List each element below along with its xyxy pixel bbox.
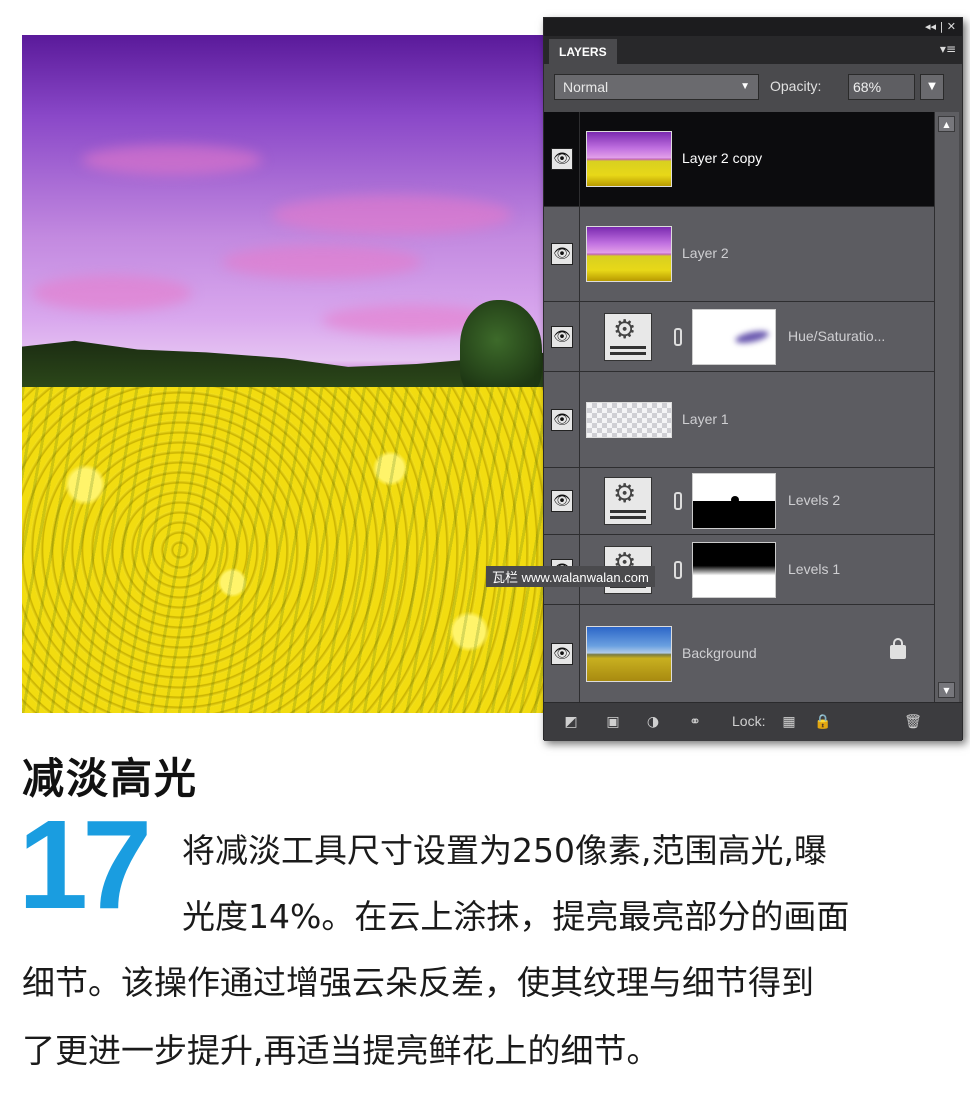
visibility-toggle[interactable]: 👁 [544, 605, 580, 702]
layer-thumbnail [586, 625, 672, 682]
eye-icon: 👁 [551, 325, 573, 348]
layer-list-scrollbar[interactable]: ▲ ▼ [934, 112, 959, 702]
layer-mask-thumbnail [692, 473, 776, 529]
panel-collapse-close-controls[interactable]: ◂◂ | ✕ [925, 20, 956, 34]
layer-row-background[interactable]: 👁 Background [544, 605, 934, 702]
layer-thumbnail [586, 131, 672, 187]
adjustment-layer-icon[interactable]: ◑ [644, 713, 662, 731]
tab-layers[interactable]: LAYERS [549, 39, 617, 64]
eye-icon: 👁 [551, 148, 573, 170]
description-line: 光度14%。在云上涂抹，提亮最亮部分的画面 [182, 897, 850, 936]
panel-titlebar: ◂◂ | ✕ [544, 18, 962, 36]
layer-mask-thumbnail [692, 308, 776, 365]
layer-name: Levels 2 [788, 492, 841, 508]
adjustment-layer-icon: ⚙ [604, 312, 652, 361]
opacity-field[interactable]: 68% [848, 74, 915, 100]
layer-thumbnail [586, 401, 672, 438]
layer-name: Layer 2 [682, 245, 729, 261]
eye-icon: 👁 [551, 642, 573, 665]
layer-row-layer-2-copy[interactable]: 👁 Layer 2 copy [544, 112, 934, 207]
layer-name: Hue/Saturatio... [788, 327, 886, 344]
description-line: 将减淡工具尺寸设置为250像素,范围高光,曝 [182, 831, 827, 870]
visibility-toggle[interactable]: 👁 [544, 207, 580, 301]
layer-list: 👁 Layer 2 copy 👁 Layer 2 👁 ⚙ Hue/Saturat… [544, 112, 934, 702]
layer-thumbnail [586, 226, 672, 282]
opacity-slider-button[interactable]: ▼ [920, 74, 944, 100]
visibility-toggle[interactable]: 👁 [544, 468, 580, 534]
layers-panel: ◂◂ | ✕ LAYERS ▾≡ Normal ▼ Opacity: 68% ▼… [543, 17, 963, 741]
panel-tab-row: LAYERS ▾≡ [544, 36, 962, 64]
chevron-down-icon: ▼ [740, 81, 750, 92]
lock-all-icon[interactable]: 🔒 [814, 713, 832, 731]
blend-mode-value: Normal [563, 79, 609, 95]
landscape-photo [22, 35, 548, 713]
layer-row-hue-saturation[interactable]: 👁 ⚙ Hue/Saturatio... [544, 302, 934, 372]
link-icon[interactable] [674, 560, 682, 579]
layer-mask-thumbnail [692, 541, 776, 598]
visibility-toggle[interactable]: 👁 [544, 302, 580, 371]
layer-name: Layer 2 copy [682, 150, 763, 166]
eye-icon: 👁 [551, 243, 573, 265]
opacity-label: Opacity: [770, 78, 822, 94]
eye-icon: 👁 [551, 408, 573, 431]
watermark: 瓦栏 www.walanwalan.com [486, 566, 655, 587]
description-line: 了更进一步提升,再适当提亮鲜花上的细节。 [22, 1031, 660, 1070]
adjustment-layer-icon: ⚙ [604, 477, 652, 525]
layer-row-layer-1[interactable]: 👁 Layer 1 [544, 372, 934, 468]
eye-icon: 👁 [551, 490, 573, 512]
lock-label: Lock: [732, 713, 766, 729]
layer-name: Levels 1 [788, 560, 841, 577]
panel-menu-icon[interactable]: ▾≡ [940, 42, 956, 56]
new-layer-icon[interactable]: ◩ [562, 713, 580, 731]
layer-name: Layer 1 [682, 410, 729, 427]
layer-row-layer-2[interactable]: 👁 Layer 2 [544, 207, 934, 302]
link-icon[interactable]: ⚭ [686, 713, 704, 731]
visibility-toggle[interactable]: 👁 [544, 372, 580, 467]
link-icon[interactable] [674, 327, 682, 346]
layer-name: Background [682, 644, 757, 661]
layers-footer: ◩ ▣ ◑ ⚭ Lock: ▦ 🔒 🗑 [544, 702, 962, 741]
description-line: 细节。该操作通过增强云朵反差，使其纹理与细节得到 [22, 963, 814, 1002]
mask-icon[interactable]: ▣ [604, 713, 622, 731]
scroll-down-button[interactable]: ▼ [938, 682, 955, 698]
layer-row-levels-2[interactable]: 👁 ⚙ Levels 2 [544, 468, 934, 535]
step-description: 将减淡工具尺寸设置为250像素,范围高光,曝 光度14%。在云上涂抹，提亮最亮部… [0, 812, 970, 1102]
blend-mode-dropdown[interactable]: Normal ▼ [554, 74, 759, 100]
scroll-up-button[interactable]: ▲ [938, 116, 955, 132]
visibility-toggle[interactable]: 👁 [544, 112, 580, 206]
trash-icon[interactable]: 🗑 [904, 713, 922, 731]
lock-icon [890, 637, 906, 659]
layers-toolbar: Normal ▼ Opacity: 68% ▼ [544, 64, 962, 112]
link-icon[interactable] [674, 492, 682, 510]
lock-transparency-icon[interactable]: ▦ [780, 713, 798, 731]
